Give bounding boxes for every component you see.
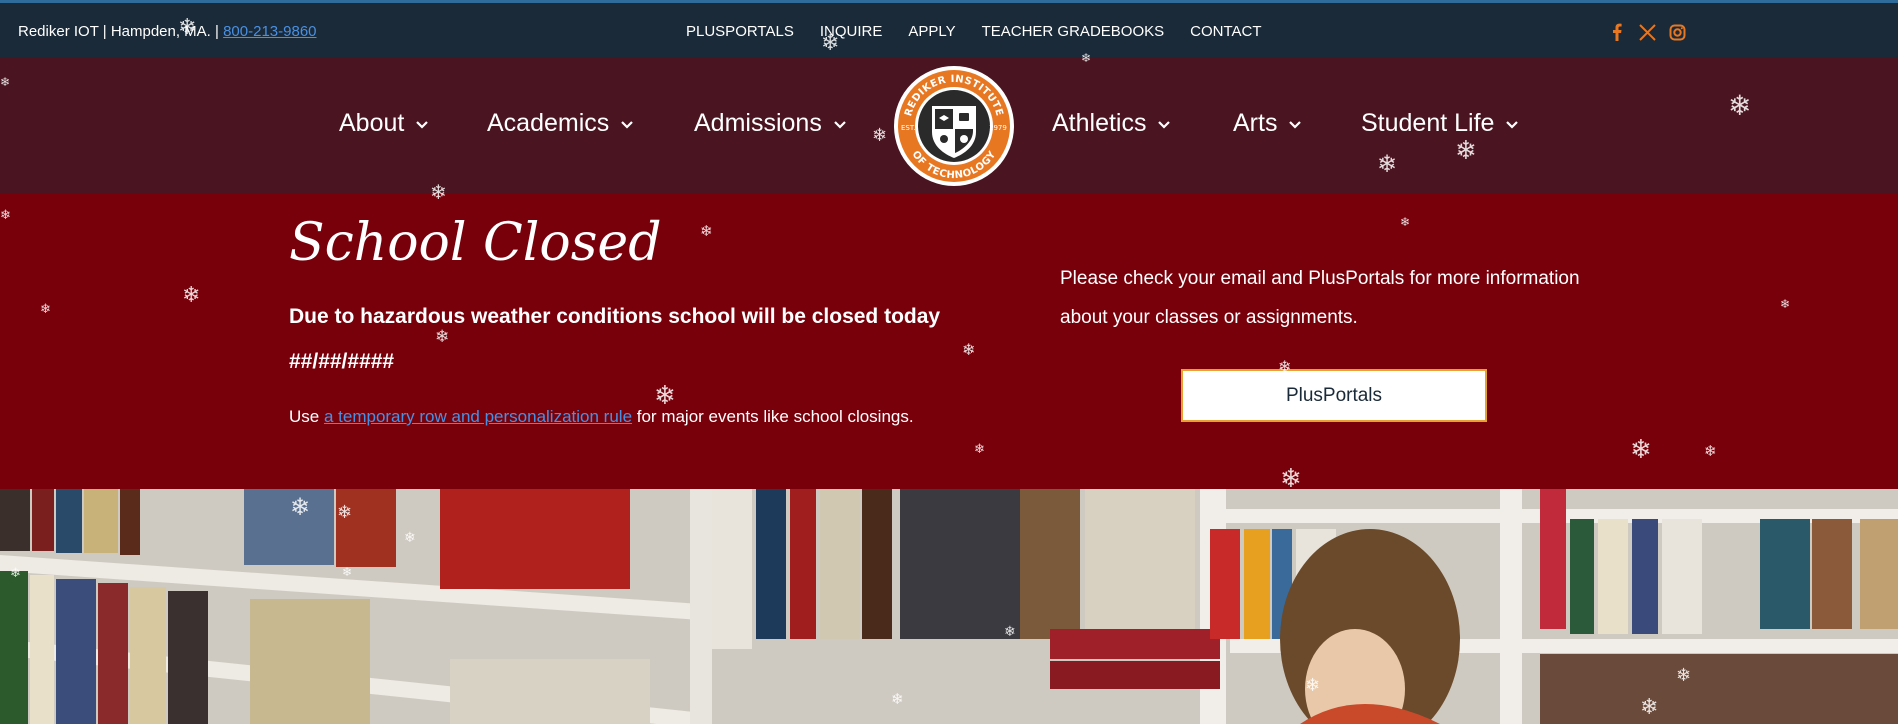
chevron-down-icon [1506, 120, 1519, 129]
top-link-teacher-gradebooks[interactable]: TEACHER GRADEBOOKS [982, 23, 1165, 40]
nav-item-label: Arts [1233, 109, 1278, 137]
nav-item-arts[interactable]: Arts [1233, 109, 1303, 138]
top-link-apply[interactable]: APPLY [908, 23, 955, 40]
nav-item-label: Academics [487, 109, 610, 137]
contact-info: Rediker IOT | Hampden, MA. | 800-213-986… [18, 23, 317, 40]
contact-prefix: Rediker IOT | Hampden, MA. | [18, 23, 224, 40]
x-icon[interactable] [1638, 23, 1656, 41]
social-links [1608, 23, 1686, 41]
nav-item-student-life[interactable]: Student Life [1361, 109, 1520, 138]
top-links: PLUSPORTALS INQUIRE APPLY TEACHER GRADEB… [686, 23, 1262, 40]
note-suffix: for major events like school closings. [632, 407, 914, 426]
personalization-rule-link[interactable]: a temporary row and personalization rule [324, 407, 632, 426]
banner-info: Please check your email and PlusPortals … [1060, 268, 1580, 328]
banner-subtitle: Due to hazardous weather conditions scho… [289, 305, 941, 328]
banner-date: ##/##/#### [289, 350, 395, 373]
banner-note: Use a temporary row and personalization … [289, 407, 914, 427]
top-link-contact[interactable]: CONTACT [1190, 23, 1261, 40]
nav-item-admissions[interactable]: Admissions [694, 109, 848, 138]
chevron-down-icon [1158, 120, 1171, 129]
top-link-plusportals[interactable]: PLUSPORTALS [686, 23, 794, 40]
instagram-icon[interactable] [1668, 23, 1686, 41]
nav-item-about[interactable]: About [339, 109, 430, 138]
svg-text:EST.: EST. [901, 124, 916, 132]
top-link-inquire[interactable]: INQUIRE [820, 23, 883, 40]
library-photo [0, 489, 1898, 724]
chevron-down-icon [834, 120, 846, 129]
hero-image [0, 489, 1898, 724]
plusportals-button[interactable]: PlusPortals [1181, 369, 1487, 422]
facebook-icon[interactable] [1608, 23, 1626, 41]
nav-item-athletics[interactable]: Athletics [1052, 109, 1172, 138]
phone-link[interactable]: 800-213-9860 [223, 23, 316, 40]
nav-item-label: Student Life [1361, 109, 1495, 137]
school-logo[interactable]: REDIKER INSTITUTE OF TECHNOLOGY EST. 197… [888, 64, 1020, 188]
chevron-down-icon [1289, 120, 1302, 129]
nav-item-label: Athletics [1052, 109, 1147, 137]
note-prefix: Use [289, 407, 324, 426]
nav-item-academics[interactable]: Academics [487, 109, 635, 138]
nav-item-label: Admissions [694, 109, 822, 137]
chevron-down-icon [621, 120, 634, 129]
closure-banner: School Closed Due to hazardous weather c… [0, 193, 1898, 489]
svg-text:1979: 1979 [989, 124, 1007, 132]
chevron-down-icon [416, 120, 429, 129]
nav-item-label: About [339, 109, 405, 137]
banner-title: School Closed [289, 213, 662, 273]
main-navigation: About Academics Admissions REDIKER INSTI… [0, 57, 1898, 193]
top-utility-bar: Rediker IOT | Hampden, MA. | 800-213-986… [0, 0, 1898, 57]
